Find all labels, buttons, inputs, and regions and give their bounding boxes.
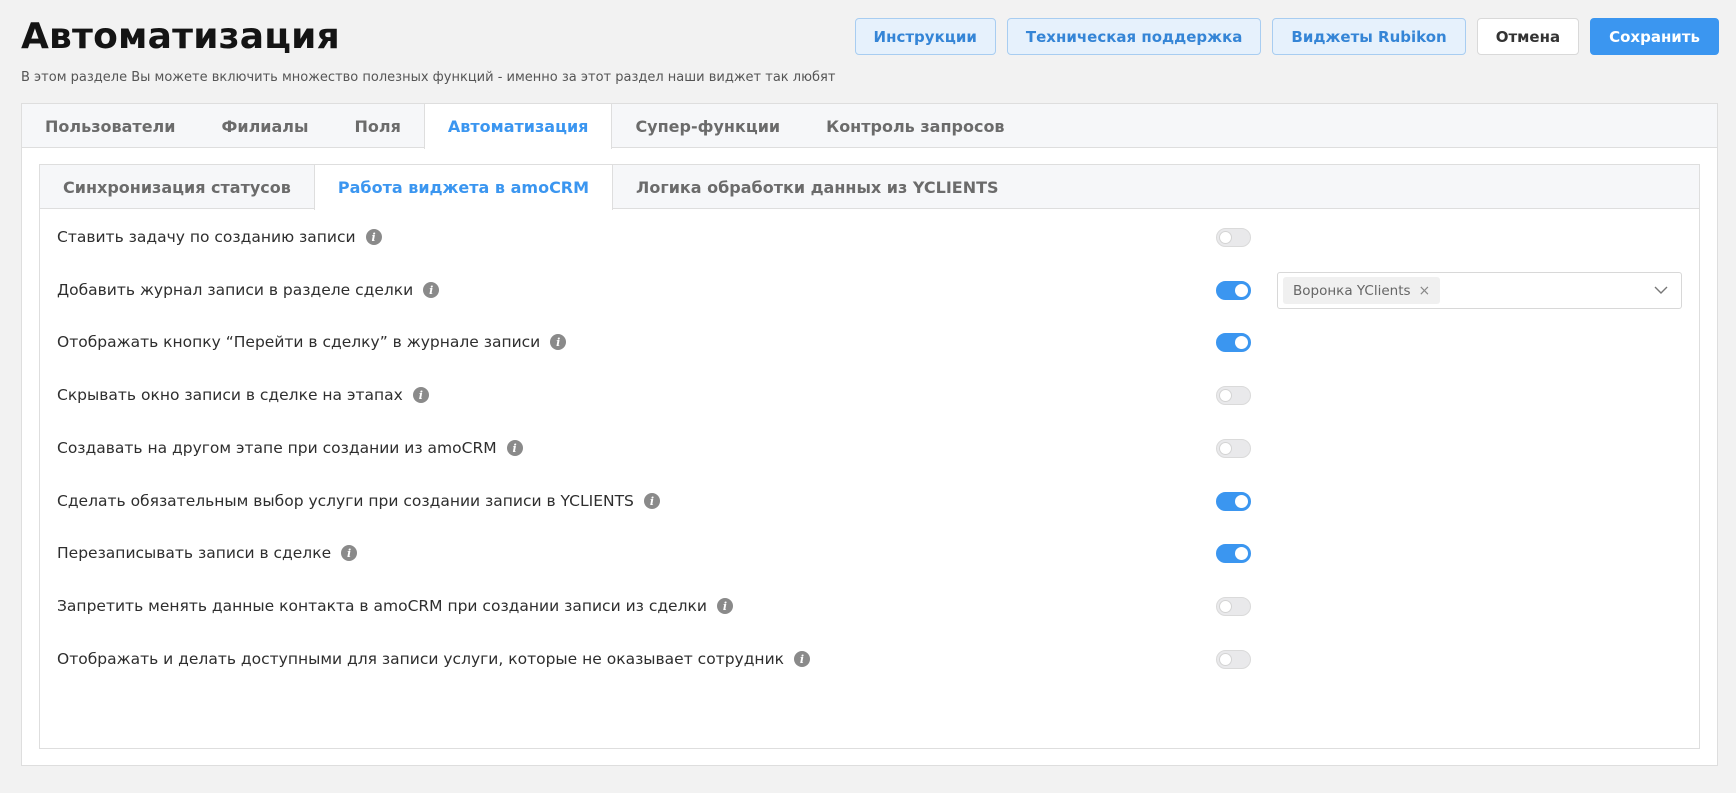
setting-label-wrap: Создавать на другом этапе при создании и… xyxy=(57,439,523,457)
subtab-amocrm-widget[interactable]: Работа виджета в amoCRM xyxy=(313,165,614,210)
pipeline-select[interactable]: Воронка YClients × xyxy=(1277,272,1682,309)
info-icon[interactable]: i xyxy=(412,387,429,403)
page-title: Автоматизация xyxy=(21,16,340,57)
support-button[interactable]: Техническая поддержка xyxy=(1006,18,1262,55)
setting-label: Отображать кнопку “Перейти в сделку” в ж… xyxy=(57,333,541,351)
toggle-knob xyxy=(1219,231,1232,244)
setting-label-wrap: Ставить задачу по созданию записи i xyxy=(57,228,382,246)
setting-toggle[interactable] xyxy=(1216,439,1251,458)
info-icon[interactable]: i xyxy=(506,440,523,456)
setting-label: Отображать и делать доступными для запис… xyxy=(57,650,785,668)
setting-row: Создавать на другом этапе при создании и… xyxy=(40,433,1699,463)
setting-row: Ставить задачу по созданию записи i xyxy=(40,222,1699,252)
setting-label-wrap: Запретить менять данные контакта в amoCR… xyxy=(57,597,733,615)
setting-toggle[interactable] xyxy=(1216,386,1251,405)
chevron-down-icon[interactable] xyxy=(1653,282,1669,298)
setting-row: Сделать обязательным выбор услуги при со… xyxy=(40,486,1699,516)
setting-row: Перезаписывать записи в сделке i xyxy=(40,538,1699,568)
instructions-button[interactable]: Инструкции xyxy=(854,18,996,55)
setting-row: Отображать и делать доступными для запис… xyxy=(40,644,1699,674)
setting-row: Запретить менять данные контакта в amoCR… xyxy=(40,591,1699,621)
info-icon[interactable]: i xyxy=(550,334,567,350)
setting-label: Ставить задачу по созданию записи xyxy=(57,228,356,246)
toggle-knob xyxy=(1235,284,1248,297)
toggle-knob xyxy=(1219,442,1232,455)
setting-label: Добавить журнал записи в разделе сделки xyxy=(57,281,414,299)
setting-toggle[interactable] xyxy=(1216,544,1251,563)
toggle-knob xyxy=(1219,389,1232,402)
setting-row: Отображать кнопку “Перейти в сделку” в ж… xyxy=(40,327,1699,357)
info-icon[interactable]: i xyxy=(423,282,440,298)
setting-label-wrap: Сделать обязательным выбор услуги при со… xyxy=(57,492,660,510)
tab-users[interactable]: Пользователи xyxy=(22,104,198,148)
tab-fields[interactable]: Поля xyxy=(331,104,423,148)
info-icon[interactable]: i xyxy=(643,493,660,509)
setting-label-wrap: Отображать кнопку “Перейти в сделку” в ж… xyxy=(57,333,567,351)
cancel-button[interactable]: Отмена xyxy=(1476,18,1580,55)
main-tabs: Пользователи Филиалы Поля Автоматизация … xyxy=(22,104,1717,149)
toggle-knob xyxy=(1219,600,1232,613)
setting-label: Скрывать окно записи в сделке на этапах xyxy=(57,386,403,404)
info-icon[interactable]: i xyxy=(716,598,733,614)
setting-toggle[interactable] xyxy=(1216,228,1251,247)
sub-tabs: Синхронизация статусов Работа виджета в … xyxy=(40,165,1699,210)
tab-branches[interactable]: Филиалы xyxy=(198,104,331,148)
setting-toggle[interactable] xyxy=(1216,492,1251,511)
info-icon[interactable]: i xyxy=(365,229,382,245)
selected-chip: Воронка YClients × xyxy=(1283,277,1441,304)
setting-label: Создавать на другом этапе при создании и… xyxy=(57,439,497,457)
info-icon[interactable]: i xyxy=(794,651,811,667)
save-button[interactable]: Сохранить xyxy=(1590,18,1719,55)
setting-label-wrap: Скрывать окно записи в сделке на этапах i xyxy=(57,386,429,404)
setting-row: Скрывать окно записи в сделке на этапах i xyxy=(40,380,1699,410)
setting-toggle[interactable] xyxy=(1216,597,1251,616)
tab-automation[interactable]: Автоматизация xyxy=(423,104,613,149)
toggle-knob xyxy=(1235,547,1248,560)
chip-remove-icon[interactable]: × xyxy=(1419,283,1431,299)
top-actions: Инструкции Техническая поддержка Виджеты… xyxy=(854,18,1719,55)
setting-label: Сделать обязательным выбор услуги при со… xyxy=(57,492,634,510)
subtab-status-sync[interactable]: Синхронизация статусов xyxy=(40,165,314,209)
rubikon-widgets-button[interactable]: Виджеты Rubikon xyxy=(1272,18,1466,55)
inner-panel: Синхронизация статусов Работа виджета в … xyxy=(39,164,1700,749)
setting-toggle[interactable] xyxy=(1216,281,1251,300)
setting-label: Запретить менять данные контакта в amoCR… xyxy=(57,597,707,615)
tab-request-control[interactable]: Контроль запросов xyxy=(803,104,1027,148)
setting-label-wrap: Перезаписывать записи в сделке i xyxy=(57,544,358,562)
main-panel: Пользователи Филиалы Поля Автоматизация … xyxy=(21,103,1718,766)
subtab-yclients-logic[interactable]: Логика обработки данных из YCLIENTS xyxy=(613,165,1022,209)
toggle-knob xyxy=(1235,336,1248,349)
info-icon[interactable]: i xyxy=(341,545,358,561)
setting-label: Перезаписывать записи в сделке xyxy=(57,544,332,562)
setting-label-wrap: Отображать и делать доступными для запис… xyxy=(57,650,811,668)
setting-label-wrap: Добавить журнал записи в разделе сделки i xyxy=(57,281,440,299)
toggle-knob xyxy=(1235,495,1248,508)
page-subtitle: В этом разделе Вы можете включить множес… xyxy=(21,70,836,85)
tab-super-functions[interactable]: Супер-функции xyxy=(612,104,803,148)
chip-label: Воронка YClients xyxy=(1293,282,1411,299)
toggle-knob xyxy=(1219,653,1232,666)
setting-row: Добавить журнал записи в разделе сделки i… xyxy=(40,272,1699,309)
setting-toggle[interactable] xyxy=(1216,333,1251,352)
setting-toggle[interactable] xyxy=(1216,650,1251,669)
